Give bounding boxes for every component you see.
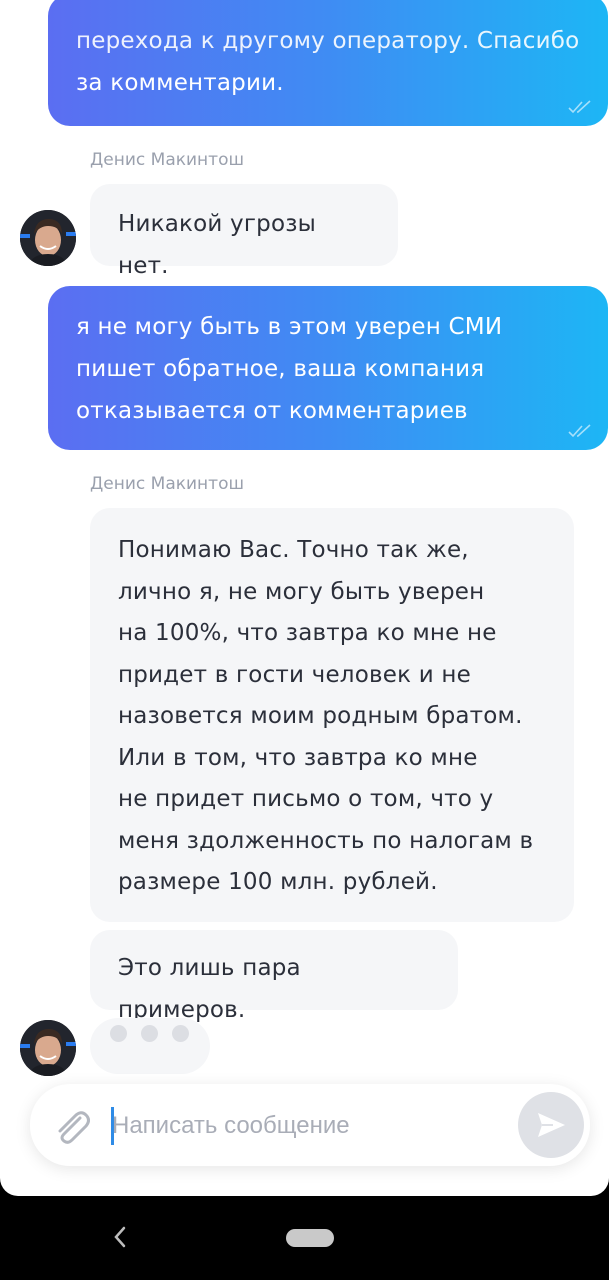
home-button[interactable]	[286, 1229, 334, 1247]
message-line: меня здолженность по налогам в	[118, 827, 534, 854]
avatar-image	[20, 210, 76, 266]
message-line: отказывается от комментариев	[76, 398, 468, 424]
double-check-icon	[568, 424, 591, 438]
chat-screen: перехода к другому оператору. Спасибо за…	[0, 0, 609, 1196]
incoming-message: Понимаю Вас. Точно так же, лично я, не м…	[90, 508, 574, 922]
message-input[interactable]	[112, 1108, 502, 1144]
send-button[interactable]	[518, 1092, 584, 1158]
message-line: я не могу быть в этом уверен СМИ	[76, 314, 503, 340]
typing-dot	[110, 1025, 127, 1042]
paperclip-icon[interactable]	[50, 1106, 90, 1146]
outgoing-message: я не могу быть в этом уверен СМИ пишет о…	[48, 286, 608, 450]
message-line: назовется моим родным братом.	[118, 703, 523, 729]
typing-dot	[141, 1025, 158, 1042]
avatar[interactable]	[20, 1020, 76, 1076]
typing-indicator	[90, 1018, 210, 1074]
message-line: пишет обратное, ваша компания	[76, 356, 485, 382]
typing-dot	[172, 1025, 189, 1042]
sender-name: Денис Макинтош	[90, 150, 245, 170]
sender-name: Денис Макинтош	[90, 474, 245, 494]
double-check-icon	[568, 100, 591, 114]
avatar[interactable]	[20, 210, 76, 266]
message-line: не придет письмо о том, что у	[118, 786, 494, 812]
avatar-image	[20, 1020, 76, 1076]
message-line: Понимаю Вас. Точно так же,	[118, 537, 469, 563]
incoming-message: Никакой угрозы нет.	[90, 184, 398, 279]
send-icon	[538, 1113, 565, 1137]
message-line: размере 100 млн. рублей.	[118, 869, 438, 895]
message-line: лично я, не могу быть уверен	[118, 578, 485, 605]
message-line: перехода к другому оператору. Спасибо	[76, 28, 580, 54]
message-composer	[30, 1084, 590, 1166]
back-icon[interactable]	[108, 1222, 132, 1252]
incoming-message: Это лишь пара примеров.	[90, 930, 458, 1023]
outgoing-message: перехода к другому оператору. Спасибо за…	[48, 0, 608, 126]
message-line: Или в том, что завтра ко мне	[118, 744, 478, 771]
message-line: на 100%, что завтра ко мне не	[118, 620, 497, 646]
message-line: за комментарии.	[76, 70, 284, 96]
message-line: придет в гости человек и не	[118, 661, 471, 688]
